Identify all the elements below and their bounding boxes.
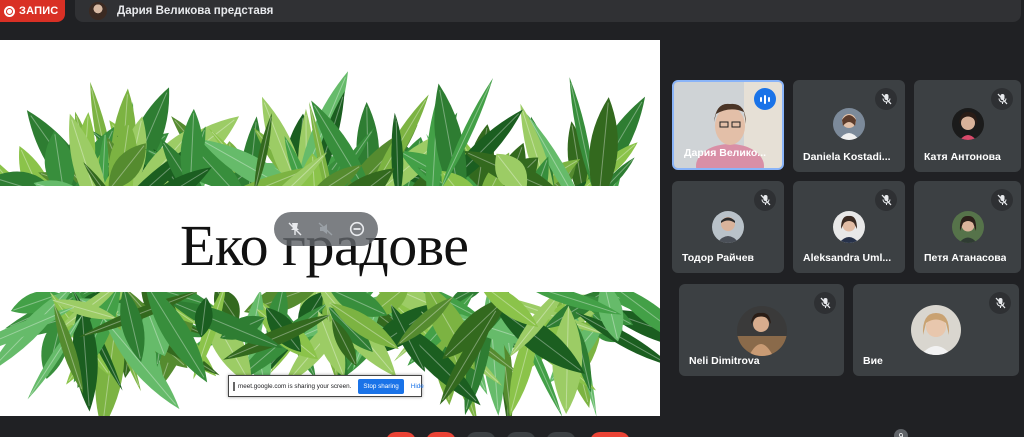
avatar	[737, 306, 787, 356]
participant-tile[interactable]: Тодор Райчев	[672, 181, 784, 273]
participant-tile[interactable]: Neli Dimitrova	[679, 284, 844, 376]
participant-name: Neli Dimitrova	[689, 355, 760, 367]
share-notice-text: meet.google.com is sharing your screen.	[238, 382, 352, 390]
mic-off-icon	[991, 88, 1013, 110]
presenter-text: Дария Великова представя	[117, 5, 274, 17]
captions-button[interactable]	[466, 432, 496, 437]
avatar	[833, 108, 865, 140]
participant-name: Aleksandra Uml...	[803, 252, 892, 264]
participant-name: Петя Атанасова	[924, 252, 1007, 264]
participant-name: Вие	[863, 355, 883, 367]
audio-level-icon	[754, 88, 776, 110]
mic-off-icon	[875, 189, 897, 211]
participant-tile[interactable]: Daniela Kostadi...	[793, 80, 905, 172]
mic-off-icon	[754, 189, 776, 211]
screen-share-notice: meet.google.com is sharing your screen. …	[228, 375, 424, 397]
participant-tile[interactable]: Катя Антонова	[914, 80, 1021, 172]
participant-name: Daniela Kostadi...	[803, 151, 891, 163]
shared-screen: Еко градове meet.google.com is sharing y…	[0, 40, 660, 416]
presenter-banner: Дария Великова представя	[75, 0, 1021, 22]
recording-label: ЗАПИС	[19, 5, 59, 17]
hide-link[interactable]: Hide	[411, 383, 424, 390]
participant-tile[interactable]: Петя Атанасова	[914, 181, 1021, 273]
participant-tile[interactable]: Вие	[853, 284, 1019, 376]
drag-handle-icon[interactable]	[233, 381, 235, 391]
pin-off-icon[interactable]	[284, 218, 306, 240]
avatar	[952, 211, 984, 243]
participant-tile[interactable]: Aleksandra Uml...	[793, 181, 905, 273]
leave-call-button[interactable]	[590, 432, 630, 437]
avatar	[833, 211, 865, 243]
mic-toggle-button[interactable]	[386, 432, 416, 437]
participant-name: Тодор Райчев	[682, 252, 754, 264]
mic-off-icon	[989, 292, 1011, 314]
presenter-avatar	[89, 2, 107, 20]
participant-tile[interactable]: Дария Велико...	[672, 80, 784, 170]
participant-name: Дария Велико...	[684, 147, 767, 159]
participant-name: Катя Антонова	[924, 151, 1001, 163]
avatar	[911, 305, 961, 355]
mic-off-icon	[875, 88, 897, 110]
mic-off-icon	[991, 189, 1013, 211]
camera-toggle-button[interactable]	[426, 432, 456, 437]
stop-sharing-button[interactable]: Stop sharing	[358, 378, 404, 394]
present-button[interactable]	[506, 432, 536, 437]
mic-off-icon	[814, 292, 836, 314]
avatar	[712, 211, 744, 243]
presentation-controls	[274, 212, 378, 246]
recording-badge[interactable]: ЗАПИС	[0, 0, 65, 22]
record-icon	[4, 5, 15, 17]
people-count-badge[interactable]: 9	[894, 429, 908, 437]
volume-off-icon[interactable]	[315, 218, 337, 240]
minimize-icon[interactable]	[346, 218, 368, 240]
avatar	[952, 108, 984, 140]
more-options-button[interactable]	[546, 432, 576, 437]
